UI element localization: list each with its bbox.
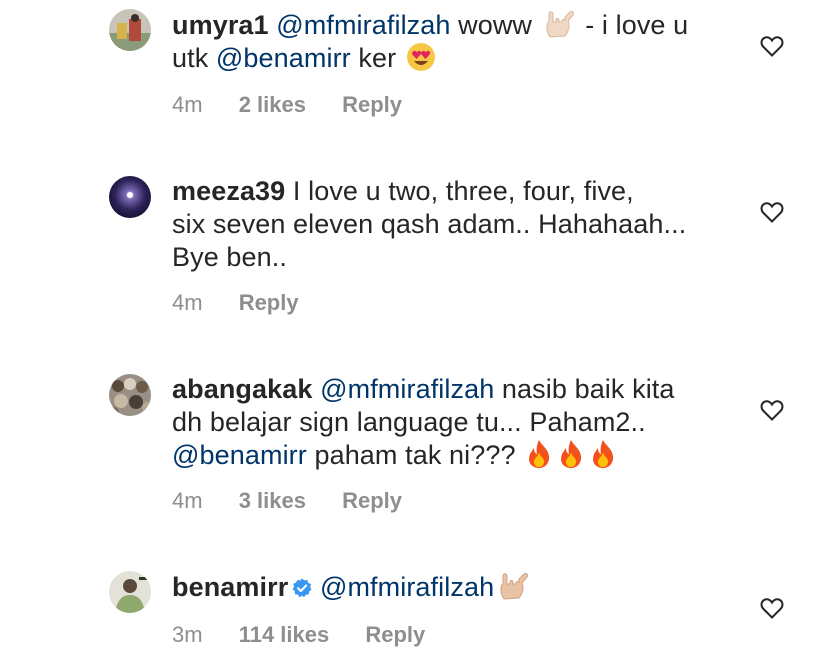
fire-emoji bbox=[589, 439, 617, 469]
comment-body: dh belajar sign language tu... Paham2.. bbox=[172, 407, 646, 437]
username[interactable]: meeza39 bbox=[172, 176, 285, 206]
username[interactable]: benamirr bbox=[172, 572, 288, 602]
likes-count[interactable]: 3 likes bbox=[239, 488, 306, 514]
reply-button[interactable]: Reply bbox=[239, 290, 299, 316]
username[interactable]: abangakak bbox=[172, 374, 312, 404]
username[interactable]: umyra1 bbox=[172, 10, 269, 40]
like-heart-icon[interactable] bbox=[760, 201, 784, 223]
timestamp: 4m bbox=[172, 92, 203, 117]
comment-text: abangakak @mfmirafilzah nasib baik kita … bbox=[172, 373, 732, 472]
avatar[interactable] bbox=[109, 571, 151, 613]
comment-text: meeza39 I love u two, three, four, five,… bbox=[172, 175, 732, 274]
reply-button[interactable]: Reply bbox=[342, 488, 402, 514]
comment-text: umyra1 @mfmirafilzah woww - i love u utk… bbox=[172, 9, 732, 75]
comment-text: benamirr @mfmirafilzah bbox=[172, 571, 732, 606]
mention[interactable]: @benamirr bbox=[172, 440, 307, 470]
like-heart-icon[interactable] bbox=[760, 35, 784, 57]
verified-badge-icon bbox=[292, 573, 312, 606]
comment-body: paham tak ni??? bbox=[306, 440, 524, 470]
reply-button[interactable]: Reply bbox=[365, 622, 425, 648]
comment-body: I love u two, three, four, five, bbox=[285, 176, 634, 206]
mention[interactable]: @benamirr bbox=[216, 43, 351, 73]
like-heart-icon[interactable] bbox=[760, 597, 784, 619]
comment-meta: 4m Reply bbox=[172, 290, 329, 316]
heart-eyes-emoji bbox=[406, 42, 436, 72]
comment-meta: 3m 114 likes Reply bbox=[172, 622, 455, 648]
avatar[interactable] bbox=[109, 176, 151, 218]
likes-count[interactable]: 114 likes bbox=[239, 622, 330, 648]
timestamp: 4m bbox=[172, 488, 203, 513]
comment-meta: 4m 2 likes Reply bbox=[172, 92, 432, 118]
fire-emoji bbox=[525, 439, 553, 469]
avatar[interactable] bbox=[109, 374, 151, 416]
sign-of-horns-emoji bbox=[496, 571, 530, 601]
comment-body: nasib baik kita bbox=[494, 374, 675, 404]
mention[interactable]: @mfmirafilzah bbox=[320, 374, 494, 404]
comment-body: utk bbox=[172, 43, 216, 73]
comment-body: Bye ben.. bbox=[172, 242, 287, 272]
mention[interactable]: @mfmirafilzah bbox=[276, 10, 450, 40]
comment-body: ker bbox=[350, 43, 404, 73]
fire-emoji bbox=[557, 439, 585, 469]
timestamp: 4m bbox=[172, 290, 203, 315]
likes-count[interactable]: 2 likes bbox=[239, 92, 306, 118]
comment-meta: 4m 3 likes Reply bbox=[172, 488, 432, 514]
comment-body: - i love u bbox=[577, 10, 689, 40]
comment-body: six seven eleven qash adam.. Hahahaah... bbox=[172, 209, 687, 239]
sign-of-horns-emoji bbox=[542, 9, 576, 39]
comment-body: woww bbox=[450, 10, 540, 40]
avatar[interactable] bbox=[109, 9, 151, 51]
mention[interactable]: @mfmirafilzah bbox=[320, 572, 494, 602]
like-heart-icon[interactable] bbox=[760, 399, 784, 421]
timestamp: 3m bbox=[172, 622, 203, 647]
reply-button[interactable]: Reply bbox=[342, 92, 402, 118]
